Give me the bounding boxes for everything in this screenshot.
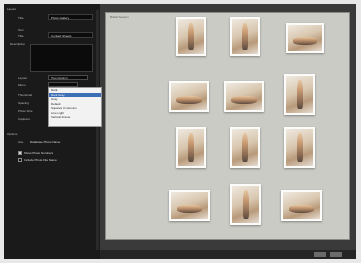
row-label: Thumbnail (18, 93, 33, 97)
include-filename-label: Include Photo File Name (24, 158, 57, 162)
photo-thumbnail[interactable] (230, 17, 260, 56)
photo-thumbnail[interactable] (169, 190, 210, 221)
section-heading: Layout (7, 7, 17, 11)
show-numbers-checkbox[interactable] (18, 151, 22, 155)
show-numbers-label: Show Photo Numbers (24, 151, 54, 155)
subtitle-input[interactable]: Contact Sheets (48, 32, 93, 38)
gallery-title: Bridal Season (110, 15, 129, 19)
layout-label: Layout (18, 76, 28, 80)
app-window: Layout Title Photo Gallery Text Title Co… (4, 4, 356, 259)
photo-thumbnail[interactable] (284, 127, 315, 168)
photo-thumbnail[interactable] (230, 184, 261, 225)
photo-thumbnail[interactable] (224, 81, 264, 112)
refresh-button[interactable] (314, 252, 326, 257)
style-dropdown[interactable]: Dark Dark Gray Gray Default Squares 3 co… (48, 87, 102, 127)
menu-label: Menu (18, 83, 26, 87)
photo-thumbnail[interactable] (230, 127, 260, 168)
title-label: Title (18, 16, 24, 20)
dropdown-item[interactable]: Vertical Frame (49, 115, 101, 120)
section-heading: Options (7, 132, 18, 136)
text-label: Text (18, 28, 24, 32)
layout-select[interactable]: Two Column (48, 75, 88, 80)
status-bar (100, 250, 356, 259)
description-textarea[interactable] (30, 44, 93, 72)
row-label: Spacing (18, 101, 29, 105)
photo-thumbnail[interactable] (284, 74, 315, 115)
include-filename-checkbox[interactable] (18, 158, 22, 162)
photo-thumbnail[interactable] (176, 17, 206, 56)
subtitle-label: Title (18, 34, 24, 38)
photo-thumbnail[interactable] (286, 23, 324, 53)
row-label: Photo Size (18, 109, 33, 113)
row-label: Captions (18, 117, 30, 121)
title-type-label: Use (18, 140, 24, 144)
description-label: Description (10, 42, 26, 46)
panel-scrollbar[interactable] (96, 10, 99, 250)
preview-canvas: Bridal Season (105, 12, 350, 240)
title-type-value[interactable]: Database Photo Name (30, 140, 60, 144)
export-button[interactable] (330, 252, 342, 257)
photo-thumbnail[interactable] (176, 127, 206, 168)
photo-thumbnail[interactable] (281, 190, 322, 221)
title-input[interactable]: Photo Gallery (48, 14, 93, 20)
settings-panel: Layout Title Photo Gallery Text Title Co… (4, 4, 100, 259)
photo-thumbnail[interactable] (169, 81, 209, 112)
